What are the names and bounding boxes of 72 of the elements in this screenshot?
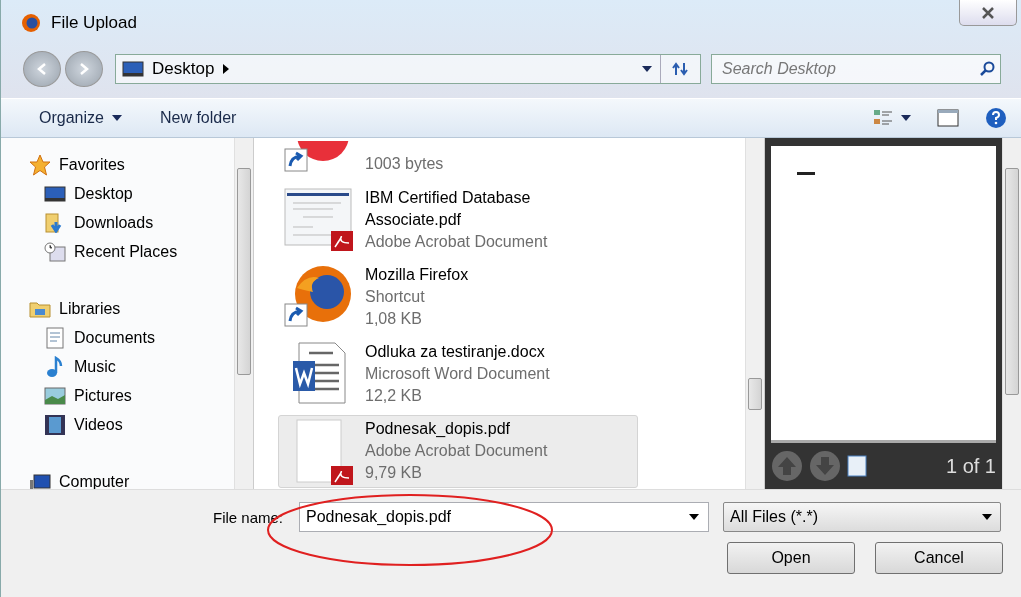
- cancel-button[interactable]: Cancel: [875, 542, 1003, 574]
- new-folder-button[interactable]: New folder: [151, 105, 245, 131]
- file-name: Odluka za testiranje.docx: [365, 342, 546, 362]
- file-type-dropdown[interactable]: All Files (*.*): [723, 502, 1001, 532]
- caret-icon: [111, 115, 122, 121]
- fit-page-icon[interactable]: [847, 455, 867, 477]
- help-icon[interactable]: [985, 107, 1007, 129]
- desktop-icon: [44, 185, 66, 202]
- file-name: Mozilla Firefox: [365, 265, 469, 285]
- scrollbar[interactable]: [1002, 138, 1021, 489]
- back-button[interactable]: [23, 51, 61, 87]
- picture-icon: [44, 386, 66, 405]
- computer-icon: [29, 473, 51, 489]
- dropdown-icon[interactable]: [689, 514, 699, 520]
- sidebar-group[interactable]: Favorites: [29, 150, 234, 179]
- caret-icon: [982, 514, 992, 520]
- file-name: IBM Certified Database: [365, 188, 532, 208]
- sidebar-item[interactable]: Desktop: [29, 179, 234, 208]
- clock-icon: [44, 241, 66, 262]
- forward-button[interactable]: [65, 51, 103, 87]
- view-options-icon[interactable]: [873, 109, 893, 127]
- file-detail: 12,2 KB: [365, 386, 423, 406]
- text-line-icon: [797, 172, 815, 175]
- address-bar[interactable]: Desktop: [115, 54, 701, 84]
- file-detail: 1,08 KB: [365, 309, 423, 329]
- sidebar-item[interactable]: Music: [29, 352, 234, 381]
- open-button[interactable]: Open: [727, 542, 855, 574]
- sidebar-item[interactable]: Documents: [29, 323, 234, 352]
- file-item[interactable]: Mozilla Firefox Shortcut 1,08 KB: [278, 261, 638, 334]
- page-counter: 1 of 1: [945, 454, 996, 478]
- file-detail: 9,79 KB: [365, 463, 423, 483]
- pdf-thumbnail-icon: [283, 187, 355, 251]
- address-path: Desktop: [152, 59, 215, 79]
- file-name-field[interactable]: Podnesak_dopis.pdf: [299, 502, 709, 532]
- search-field[interactable]: Search Desktop: [711, 54, 1001, 84]
- window-title: File Upload: [51, 13, 137, 33]
- page-up-icon[interactable]: [771, 450, 803, 482]
- scrollbar[interactable]: [234, 138, 253, 489]
- file-name: Podnesak_dopis.pdf: [365, 419, 511, 439]
- preview-pane-icon[interactable]: [937, 109, 959, 127]
- desktop-icon: [122, 61, 144, 77]
- star-icon: [29, 153, 51, 176]
- file-item[interactable]: Odluka za testiranje.docx Microsoft Word Document 12,2 KB: [278, 338, 638, 411]
- sidebar-item[interactable]: Downloads: [29, 208, 234, 237]
- file-detail: Adobe Acrobat Document: [365, 232, 548, 252]
- file-item[interactable]: Podnesak_dopis.pdf Adobe Acrobat Document 9,79 KB: [278, 415, 638, 488]
- close-button[interactable]: [959, 0, 1017, 26]
- file-detail: Adobe Acrobat Document: [365, 441, 548, 461]
- sidebar-group[interactable]: Computer: [29, 467, 234, 489]
- file-name: Associate.pdf: [365, 210, 463, 230]
- chevron-icon: [222, 64, 231, 74]
- dropdown-icon[interactable]: [642, 66, 652, 72]
- refresh-icon: [671, 61, 690, 77]
- sidebar-item[interactable]: Videos: [29, 410, 234, 439]
- sidebar-item[interactable]: Pictures: [29, 381, 234, 410]
- page-down-icon[interactable]: [809, 450, 841, 482]
- sidebar-item[interactable]: Recent Places: [29, 237, 234, 266]
- file-detail: Shortcut: [365, 287, 426, 307]
- close-icon: [981, 6, 995, 19]
- file-detail: Microsoft Word Document: [365, 364, 550, 384]
- folder-icon: [29, 299, 51, 318]
- sidebar-group[interactable]: Libraries: [29, 294, 234, 323]
- firefox-icon: [21, 13, 41, 33]
- file-item[interactable]: 1003 bytes: [278, 138, 638, 178]
- organize-button[interactable]: Organize: [31, 105, 130, 131]
- search-icon[interactable]: [980, 61, 996, 77]
- dropdown-icon[interactable]: [901, 115, 911, 121]
- file-detail: 1003 bytes: [365, 154, 444, 174]
- document-icon: [44, 326, 66, 349]
- file-item[interactable]: IBM Certified Database Associate.pdf Adobe Acrobat Document: [278, 184, 638, 257]
- scrollbar[interactable]: [745, 138, 764, 489]
- film-icon: [44, 413, 66, 436]
